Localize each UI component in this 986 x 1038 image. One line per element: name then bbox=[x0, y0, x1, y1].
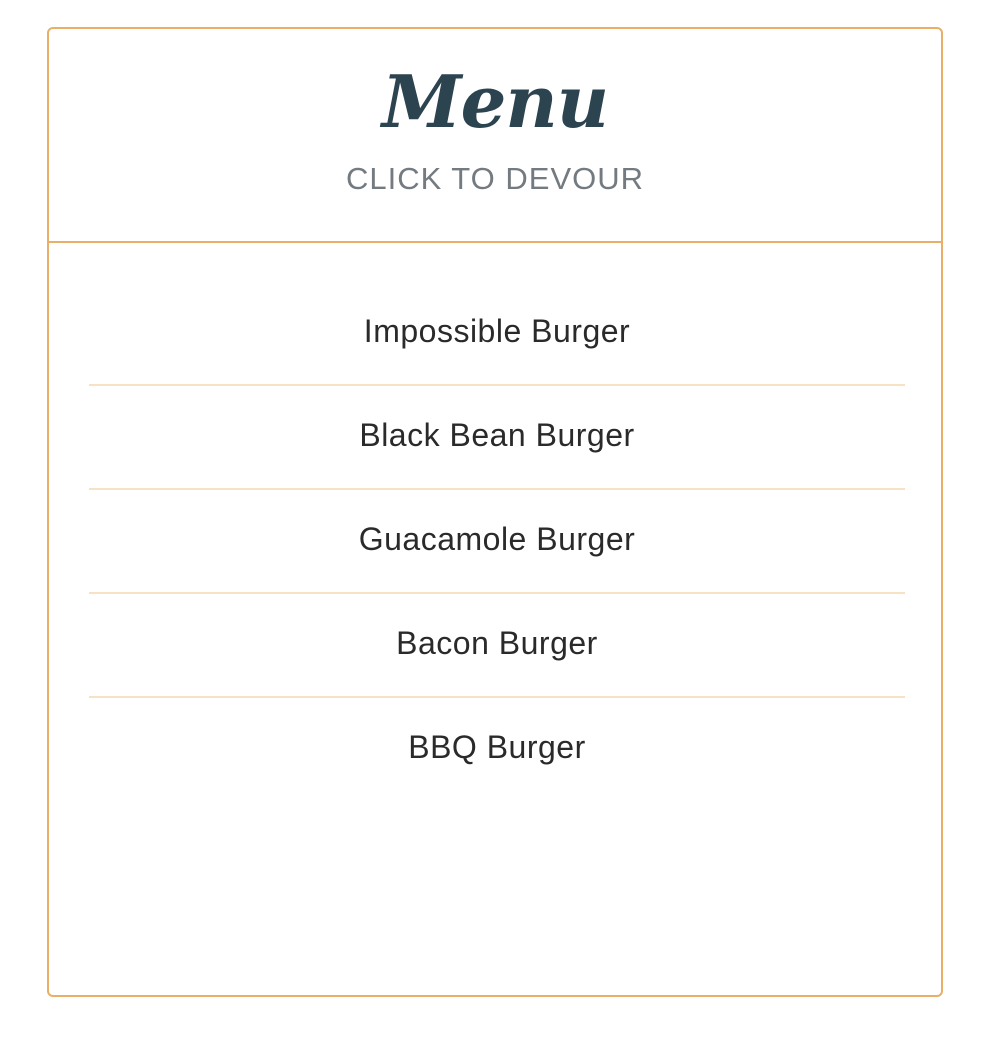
menu-card: Menu CLICK TO DEVOUR Impossible Burger B… bbox=[47, 27, 943, 997]
menu-item-impossible-burger[interactable]: Impossible Burger bbox=[89, 282, 905, 386]
menu-title: Menu bbox=[381, 59, 609, 144]
menu-item-guacamole-burger[interactable]: Guacamole Burger bbox=[89, 490, 905, 594]
menu-item-bacon-burger[interactable]: Bacon Burger bbox=[89, 594, 905, 698]
menu-item-bbq-burger[interactable]: BBQ Burger bbox=[89, 698, 905, 802]
card-header: Menu CLICK TO DEVOUR bbox=[49, 29, 941, 243]
menu-item-black-bean-burger[interactable]: Black Bean Burger bbox=[89, 386, 905, 490]
menu-subtitle: CLICK TO DEVOUR bbox=[345, 161, 645, 196]
menu-list: Impossible Burger Black Bean Burger Guac… bbox=[89, 282, 905, 802]
